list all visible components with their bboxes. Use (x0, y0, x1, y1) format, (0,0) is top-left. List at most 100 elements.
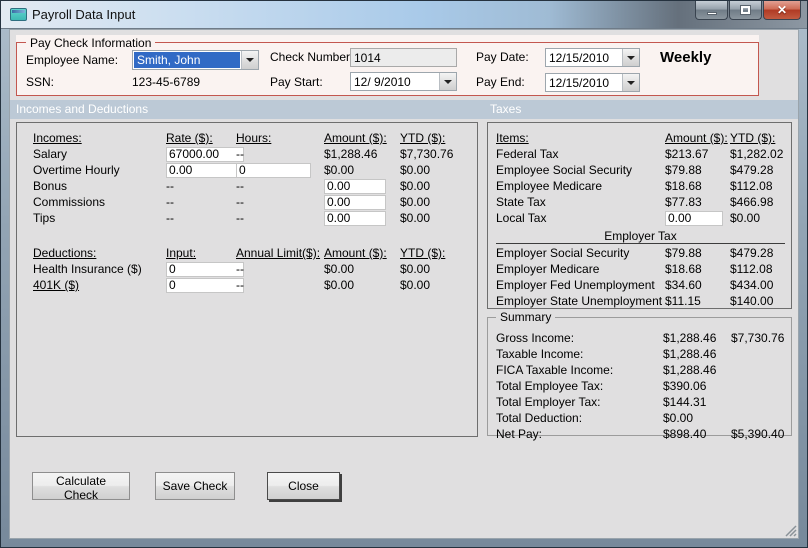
ssn-label: SSN: (26, 75, 55, 89)
summary-row-fica: FICA Taxable Income: $1,288.46 (496, 362, 787, 378)
bonus-amount-input[interactable] (324, 178, 386, 194)
summary-row-total-deduction: Total Deduction: $0.00 (496, 410, 787, 426)
tax-name: Employer Social Security (496, 246, 630, 260)
resize-grip[interactable] (783, 523, 797, 537)
summary-row-total-employer-tax: Total Employer Tax: $144.31 (496, 394, 787, 410)
salary-rate-input[interactable] (166, 146, 244, 162)
tax-row-federal: Federal Tax $213.67 $1,282.02 (496, 146, 785, 162)
maximize-button[interactable] (729, 1, 762, 20)
deductions-header-row: Deductions: Input: Annual Limit($): Amou… (33, 245, 477, 261)
chevron-down-icon (627, 55, 635, 60)
health-insurance-input[interactable] (166, 261, 244, 277)
summary-label: FICA Taxable Income: (496, 363, 614, 377)
summary-legend: Summary (496, 310, 556, 324)
summary-label: Net Pay: (496, 427, 543, 441)
deduction-amount: $0.00 (324, 262, 355, 276)
income-hours: -- (236, 179, 244, 193)
tax-ytd: $434.00 (730, 278, 774, 292)
deduction-row-health-insurance: Health Insurance ($) -- $0.00 $0.00 (33, 261, 477, 277)
ytd-col-header: YTD ($): (400, 131, 446, 145)
summary-amount: $1,288.46 (663, 363, 717, 377)
pay-end-picker[interactable]: 12/15/2010 (545, 73, 640, 92)
tax-ytd: $0.00 (730, 211, 761, 225)
income-row-commissions: Commissions -- -- $0.00 (33, 194, 477, 210)
taxes-panel: Items: Amount ($): YTD ($): Federal Tax … (487, 122, 792, 309)
amount-col-header: Amount ($): (324, 246, 387, 260)
employer-tax-divider: Employer Tax (496, 230, 785, 244)
tax-row-employer-fed-unemployment: Employer Fed Unemployment $34.60 $434.00 (496, 277, 785, 293)
deduction-ytd: $0.00 (400, 278, 431, 292)
title-bar[interactable]: Payroll Data Input ✕ (1, 1, 807, 29)
hours-col-header: Hours: (236, 131, 272, 145)
taxes-header-row: Items: Amount ($): YTD ($): (496, 130, 785, 146)
income-ytd: $0.00 (400, 211, 431, 225)
summary-label: Total Employer Tax: (496, 395, 601, 409)
close-button[interactable]: Close (267, 472, 340, 500)
income-name: Overtime Hourly (33, 163, 120, 177)
pay-end-dropdown-button[interactable] (622, 74, 639, 91)
income-row-overtime: Overtime Hourly $0.00 $0.00 (33, 162, 477, 178)
tax-row-emp-social-security: Employee Social Security $79.88 $479.28 (496, 162, 785, 178)
minimize-button[interactable] (695, 1, 728, 20)
save-check-button[interactable]: Save Check (155, 472, 235, 500)
tax-name: Federal Tax (496, 147, 559, 161)
summary-row-net-pay: Net Pay: $898.40 $5,390.40 (496, 426, 787, 442)
chevron-down-icon (627, 80, 635, 85)
commissions-amount-input[interactable] (324, 194, 386, 210)
income-amount: $0.00 (324, 163, 355, 177)
pay-start-picker[interactable]: 12/ 9/2010 (350, 72, 457, 91)
incomes-deductions-panel: Incomes: Rate ($): Hours: Amount ($): YT… (16, 122, 478, 437)
summary-ytd: $7,730.76 (731, 331, 785, 345)
overtime-hours-input[interactable] (236, 162, 311, 178)
incomes-col-header: Incomes: (33, 131, 82, 145)
income-name: Commissions (33, 195, 106, 209)
deduction-ytd: $0.00 (400, 262, 431, 276)
pay-date-dropdown-button[interactable] (622, 49, 639, 66)
tax-amount: $79.88 (665, 163, 702, 177)
income-ytd: $0.00 (400, 163, 431, 177)
summary-label: Taxable Income: (496, 347, 584, 361)
income-ytd: $0.00 (400, 179, 431, 193)
summary-row-total-employee-tax: Total Employee Tax: $390.06 (496, 378, 787, 394)
amount-col-header: Amount ($): (665, 131, 728, 145)
deductions-col-header: Deductions: (33, 246, 97, 260)
pay-start-label: Pay Start: (270, 75, 323, 89)
tips-amount-input[interactable] (324, 210, 386, 226)
chevron-down-icon (246, 58, 254, 62)
overtime-rate-input[interactable] (166, 162, 244, 178)
tax-ytd: $112.08 (730, 262, 773, 276)
tax-name: Employee Medicare (496, 179, 603, 193)
chevron-down-icon (444, 79, 452, 84)
tax-ytd: $1,282.02 (730, 147, 784, 161)
close-window-button[interactable]: ✕ (763, 1, 801, 20)
summary-amount: $898.40 (663, 427, 707, 441)
annual-limit-col-header: Annual Limit($): (236, 246, 321, 260)
pay-date-picker[interactable]: 12/15/2010 (545, 48, 640, 67)
tax-amount: $11.15 (665, 294, 701, 308)
check-number-input[interactable] (350, 48, 457, 67)
paycheck-info-group: Pay Check Information Employee Name: Smi… (16, 35, 759, 96)
deduction-401k-link[interactable]: 401K ($) (33, 278, 166, 292)
401k-input[interactable] (166, 277, 244, 293)
ytd-col-header: YTD ($): (730, 131, 776, 145)
summary-label: Total Deduction: (496, 411, 583, 425)
local-tax-input[interactable] (665, 210, 723, 226)
summary-label: Total Employee Tax: (496, 379, 604, 393)
employee-name-dropdown-button[interactable] (241, 51, 258, 69)
pay-date-label: Pay Date: (476, 50, 529, 64)
calculate-check-button[interactable]: Calculate Check (32, 472, 130, 502)
income-name: Salary (33, 147, 68, 161)
tax-row-employer-medicare: Employer Medicare $18.68 $112.08 (496, 261, 785, 277)
maximize-icon (740, 5, 751, 15)
summary-row-gross: Gross Income: $1,288.46 $7,730.76 (496, 330, 787, 346)
tax-name: Employee Social Security (496, 163, 633, 177)
section-band: Incomes and Deductions Taxes (10, 100, 798, 119)
employee-name-combo[interactable]: Smith, John (132, 50, 259, 70)
taxes-section-title: Taxes (490, 102, 522, 116)
tax-row-employer-state-unemployment: Employer State Unemployment $11.15 $140.… (496, 293, 785, 309)
deduction-amount: $0.00 (324, 278, 355, 292)
income-hours: -- (236, 195, 244, 209)
pay-start-dropdown-button[interactable] (439, 73, 456, 90)
income-row-bonus: Bonus -- -- $0.00 (33, 178, 477, 194)
summary-group: Summary Gross Income: $1,288.46 $7,730.7… (487, 310, 792, 441)
